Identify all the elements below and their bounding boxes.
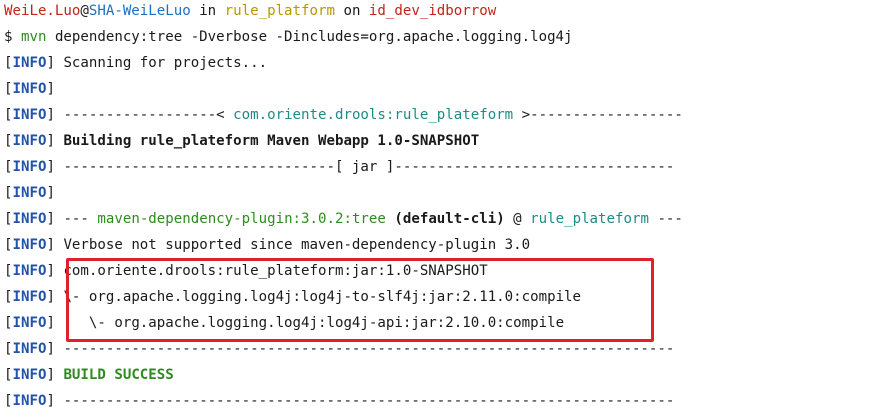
log-line-building: [INFO] Building rule_plateform Maven Web… — [4, 128, 479, 154]
info-open: [ — [4, 55, 13, 71]
info-tag: INFO — [12, 81, 47, 97]
building-text: Building rule_plateform Maven Webapp 1.0… — [54, 133, 480, 149]
info-open: [ — [4, 237, 13, 253]
info-tag: INFO — [12, 341, 47, 357]
terminal-output: WeiLe.Luo@SHA-WeiLeLuo in rule_platform … — [4, 0, 864, 409]
log-line-empty: [INFO] — [4, 76, 55, 102]
log-line-build-success: [INFO] BUILD SUCCESS — [4, 362, 174, 388]
log-line-plugin: [INFO] --- maven-dependency-plugin:3.0.2… — [4, 206, 683, 232]
info-tag: INFO — [12, 107, 47, 123]
prompt-directory: rule_platform — [224, 3, 335, 19]
log-text: Scanning for projects... — [54, 55, 268, 71]
log-line-scanning: [INFO] Scanning for projects... — [4, 50, 267, 76]
info-tag: INFO — [12, 367, 47, 383]
info-open: [ — [4, 341, 13, 357]
info-close: ] — [46, 341, 55, 357]
info-close: ] — [46, 185, 55, 201]
info-tag: INFO — [12, 133, 47, 149]
plugin-execution: (default-cli) — [385, 211, 505, 227]
plugin-suffix: --- — [648, 211, 683, 227]
command-args: dependency:tree -Dverbose -Dincludes=org… — [46, 29, 573, 45]
command-dollar: $ — [4, 29, 21, 45]
info-close: ] — [46, 263, 55, 279]
info-open: [ — [4, 211, 13, 227]
info-tag: INFO — [12, 185, 47, 201]
info-open: [ — [4, 263, 13, 279]
command-line: $ mvn dependency:tree -Dverbose -Dinclud… — [4, 24, 573, 50]
command-program: mvn — [20, 29, 47, 45]
plugin-project: rule_plateform — [530, 211, 649, 227]
info-tag: INFO — [12, 159, 47, 175]
separator-text: ----------------------------------------… — [54, 393, 675, 409]
info-close: ] — [46, 159, 55, 175]
prompt-at: @ — [80, 3, 89, 19]
info-close: ] — [46, 107, 55, 123]
plugin-prefix: --- — [54, 211, 98, 227]
separator-text: ----------------------------------------… — [54, 341, 675, 357]
info-close: ] — [46, 393, 55, 409]
prompt-host: SHA-WeiLeLuo — [88, 3, 191, 19]
plugin-at: @ — [504, 211, 531, 227]
build-success-text: BUILD SUCCESS — [54, 367, 174, 383]
info-tag: INFO — [12, 315, 47, 331]
info-open: [ — [4, 107, 13, 123]
shell-prompt: WeiLe.Luo@SHA-WeiLeLuo in rule_platform … — [4, 0, 496, 24]
artifact-dashes-right: >------------------ — [513, 107, 683, 123]
info-open: [ — [4, 159, 13, 175]
info-open: [ — [4, 289, 13, 305]
plugin-name: maven-dependency-plugin:3.0.2:tree — [97, 211, 386, 227]
info-open: [ — [4, 315, 13, 331]
info-close: ] — [46, 81, 55, 97]
info-tag: INFO — [12, 393, 47, 409]
prompt-on: on — [334, 3, 369, 19]
log-line-separator: [INFO] ---------------------------------… — [4, 388, 674, 414]
info-open: [ — [4, 393, 13, 409]
log-line-jar: [INFO] --------------------------------[… — [4, 154, 674, 180]
info-tag: INFO — [12, 263, 47, 279]
info-open: [ — [4, 81, 13, 97]
info-tag: INFO — [12, 211, 47, 227]
highlight-box — [66, 258, 654, 342]
info-close: ] — [46, 237, 55, 253]
info-open: [ — [4, 185, 13, 201]
info-close: ] — [46, 133, 55, 149]
log-line-artifact: [INFO] ------------------< com.oriente.d… — [4, 102, 683, 128]
verbose-text: Verbose not supported since maven-depend… — [54, 237, 531, 253]
info-open: [ — [4, 367, 13, 383]
log-line-empty: [INFO] — [4, 180, 55, 206]
info-close: ] — [46, 211, 55, 227]
log-line-verbose: [INFO] Verbose not supported since maven… — [4, 232, 530, 258]
info-close: ] — [46, 289, 55, 305]
jar-separator: --------------------------------[ jar ]-… — [54, 159, 675, 175]
artifact-dashes-left: ------------------< — [54, 107, 234, 123]
info-tag: INFO — [12, 289, 47, 305]
info-close: ] — [46, 315, 55, 331]
info-close: ] — [46, 55, 55, 71]
artifact-id: com.oriente.drools:rule_plateform — [233, 107, 514, 123]
info-tag: INFO — [12, 55, 47, 71]
prompt-git-branch: id_dev_idborrow — [368, 3, 497, 19]
info-close: ] — [46, 367, 55, 383]
info-open: [ — [4, 133, 13, 149]
info-tag: INFO — [12, 237, 47, 253]
prompt-user: WeiLe.Luo — [4, 3, 81, 19]
prompt-in: in — [190, 3, 225, 19]
